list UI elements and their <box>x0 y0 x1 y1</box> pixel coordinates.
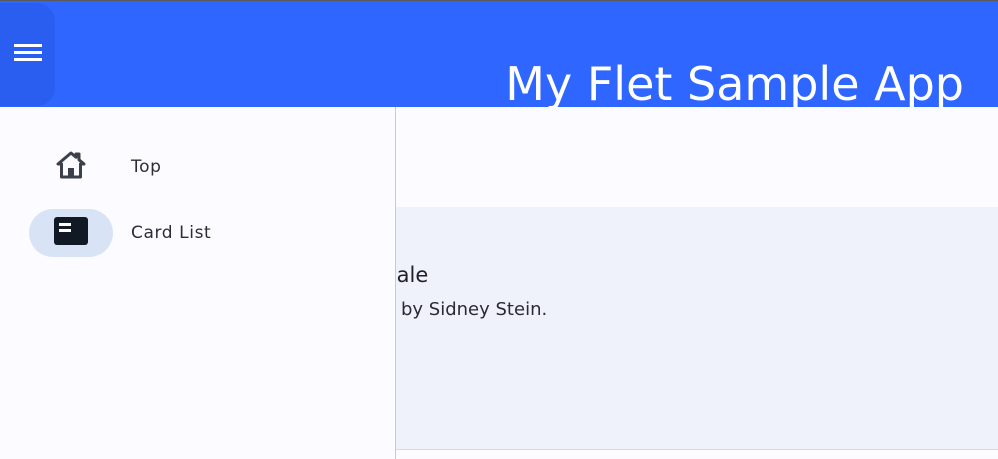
navigation-drawer: Top Card List <box>0 107 396 459</box>
nav-item-card-list-label: Card List <box>131 223 212 243</box>
menu-button[interactable] <box>0 3 55 106</box>
app-title: My Flet Sample App <box>505 56 964 111</box>
nav-item-top[interactable]: Top <box>0 143 395 191</box>
card-list-icon <box>54 216 88 250</box>
hamburger-menu-icon <box>13 41 43 68</box>
nav-item-card-list[interactable]: Card List <box>0 209 395 257</box>
app-window: My Flet Sample App ngale ics by Sidney S… <box>0 0 998 459</box>
nav-item-top-indicator <box>29 143 113 191</box>
nav-item-card-list-indicator <box>29 209 113 257</box>
nav-item-top-label: Top <box>131 157 162 177</box>
app-bar: My Flet Sample App <box>0 0 998 111</box>
home-icon <box>55 150 87 185</box>
